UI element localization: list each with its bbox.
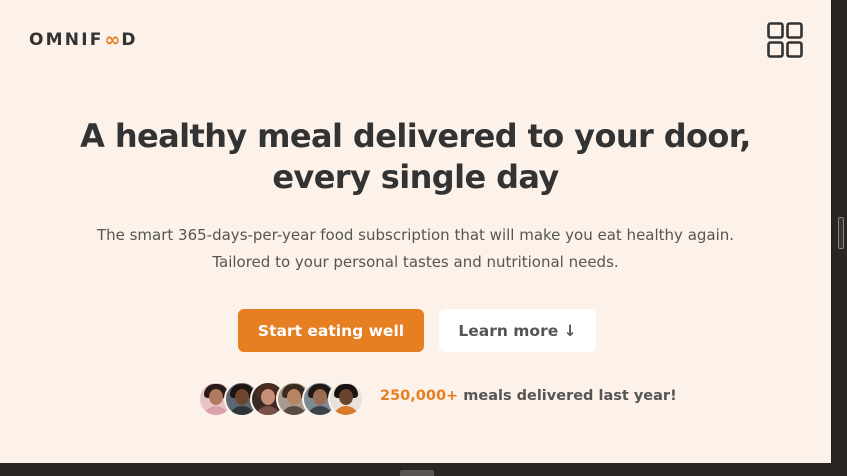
meals-delivered-text: 250,000+ meals delivered last year! [380, 388, 677, 404]
logo-text-start: OMNIF [29, 30, 104, 50]
meals-delivered-label: meals delivered last year! [458, 388, 677, 404]
scrollbar-handle[interactable] [838, 217, 844, 249]
logo-text-end: D [121, 30, 138, 50]
logo-infinity: ∞ [104, 29, 121, 51]
hero-title-line1: A healthy meal delivered to your door, [80, 117, 751, 155]
avatar [328, 381, 364, 417]
meals-count: 250,000+ [380, 388, 459, 404]
bottom-resize-handle[interactable] [400, 470, 434, 476]
start-eating-well-button[interactable]: Start eating well [238, 309, 424, 352]
learn-more-button[interactable]: Learn more ↓ [439, 309, 596, 352]
customer-avatars [198, 381, 364, 417]
hero-description: The smart 365-days-per-year food subscri… [0, 222, 831, 276]
hero-title-line2: every single day [272, 158, 559, 196]
page: OMNIF ∞ D A healthy meal delivered to yo… [0, 0, 832, 463]
hero-title: A healthy meal delivered to your door, e… [0, 116, 831, 198]
hero-description-line2: Tailored to your personal tastes and nut… [212, 253, 619, 271]
hero-description-line1: The smart 365-days-per-year food subscri… [96, 226, 735, 244]
omnifood-logo[interactable]: OMNIF ∞ D [29, 29, 138, 51]
grid-menu-icon[interactable] [767, 22, 803, 58]
